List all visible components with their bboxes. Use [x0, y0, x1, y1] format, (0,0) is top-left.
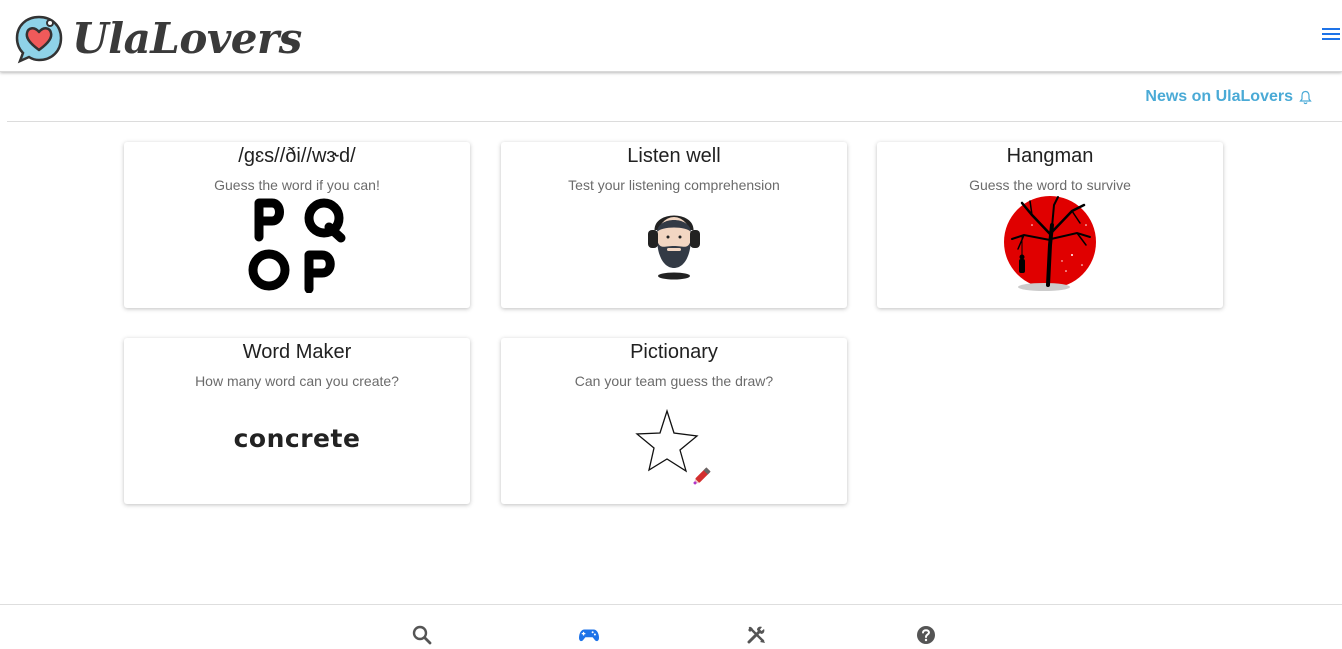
- search-icon[interactable]: [412, 625, 432, 645]
- gamepad-icon[interactable]: [579, 625, 599, 645]
- game-card-guess-the-word[interactable]: /gɛs//ði//wɝd/ Guess the word if you can…: [124, 142, 470, 308]
- star-drawing-image: [635, 408, 711, 485]
- game-card-hangman[interactable]: Hangman Guess the word to survive: [877, 142, 1223, 308]
- card-subtitle: Guess the word to survive: [969, 177, 1131, 193]
- news-label: News on UlaLovers: [1145, 88, 1293, 105]
- tools-icon[interactable]: [746, 625, 766, 645]
- game-card-word-maker[interactable]: Word Maker How many word can you create?…: [124, 338, 470, 504]
- game-card-listen-well[interactable]: Listen well Test your listening comprehe…: [501, 142, 847, 308]
- hamburger-menu-icon[interactable]: [1322, 25, 1342, 45]
- pqop-letters-image: [248, 198, 346, 293]
- logo[interactable]: UlaLovers: [14, 10, 302, 68]
- top-app-bar: UlaLovers: [0, 0, 1342, 72]
- bottom-navigation: [0, 604, 1342, 649]
- card-title: Listen well: [627, 145, 721, 167]
- card-title: Pictionary: [630, 341, 718, 363]
- help-icon[interactable]: [916, 625, 936, 645]
- card-title: /gɛs//ði//wɝd/: [238, 145, 356, 167]
- news-link[interactable]: News on UlaLovers: [1145, 88, 1312, 106]
- concrete-word-image: concrete: [233, 424, 361, 453]
- brand-name: UlaLovers: [72, 14, 302, 63]
- heart-chat-icon: [15, 15, 63, 64]
- game-card-pictionary[interactable]: Pictionary Can your team guess the draw?: [501, 338, 847, 504]
- bell-icon: [1299, 90, 1312, 104]
- card-subtitle: Can your team guess the draw?: [574, 373, 774, 389]
- card-title: Hangman: [1006, 145, 1094, 167]
- headphones-man-image: [648, 215, 700, 280]
- card-title: Word Maker: [242, 341, 352, 363]
- card-subtitle: How many word can you create?: [195, 373, 399, 389]
- card-subtitle: Guess the word if you can!: [214, 177, 380, 193]
- hangman-tree-image: [1004, 196, 1096, 291]
- card-subtitle: Test your listening comprehension: [568, 177, 780, 193]
- divider: [7, 121, 1342, 122]
